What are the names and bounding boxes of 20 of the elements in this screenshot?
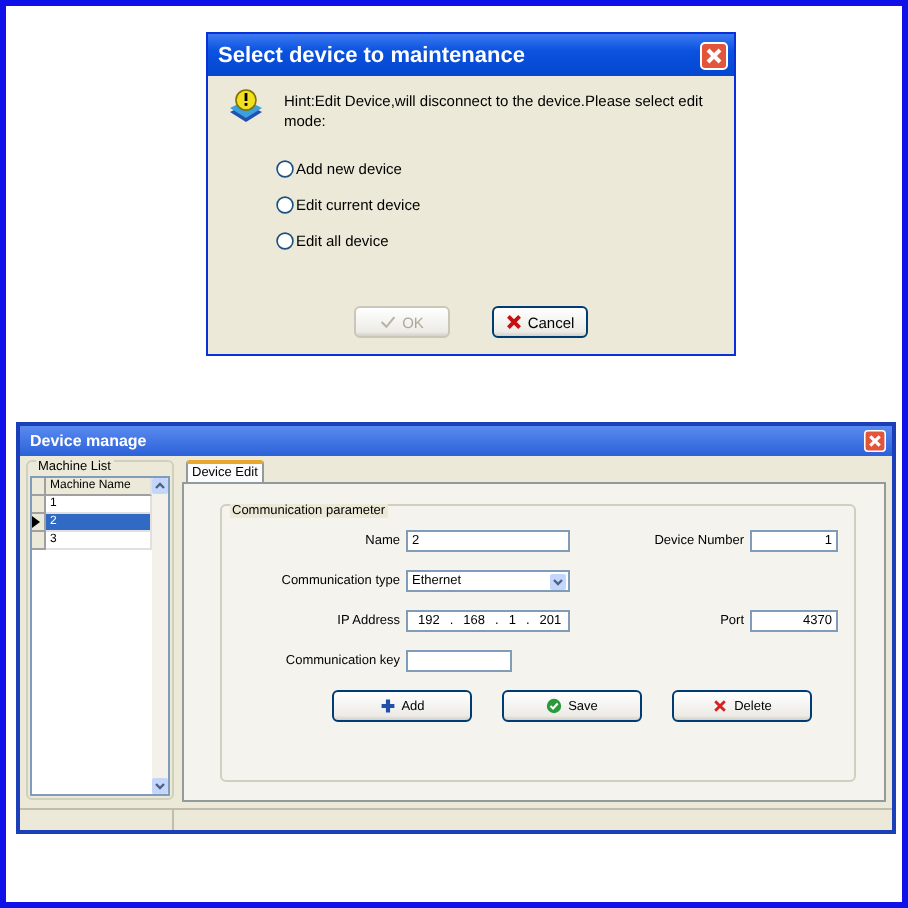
plus-icon [379, 698, 396, 714]
scroll-down-icon[interactable] [152, 778, 168, 794]
cross-icon [712, 698, 729, 714]
warning-icon [228, 88, 264, 128]
checkmark-icon [380, 314, 397, 330]
scroll-up-icon[interactable] [152, 478, 168, 494]
radio-button[interactable] [276, 231, 294, 249]
row-pointer-icon [32, 516, 40, 528]
close-icon[interactable] [700, 41, 728, 69]
radio-button[interactable] [276, 159, 294, 177]
close-icon[interactable] [864, 430, 886, 452]
cross-icon [505, 314, 522, 330]
input-field[interactable] [406, 650, 512, 672]
dialog-title: Select device to maintenance [218, 43, 525, 67]
radio-button[interactable] [276, 195, 294, 213]
checkmark-icon [546, 698, 563, 714]
scrollbar[interactable] [152, 478, 168, 794]
row-header[interactable] [32, 514, 46, 532]
chevron-down-icon[interactable] [550, 573, 566, 589]
window-title: Device manage [30, 432, 147, 450]
